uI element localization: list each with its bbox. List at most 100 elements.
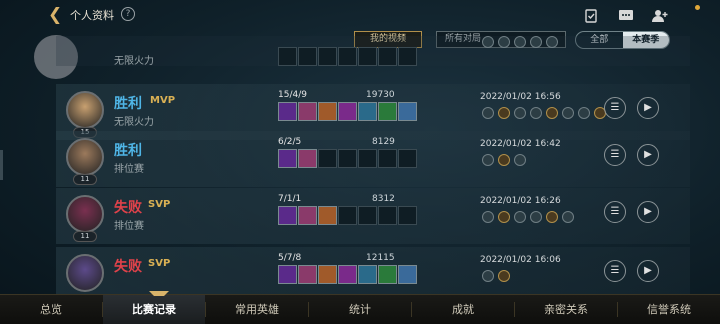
badge-icon — [546, 107, 558, 119]
notification-dot — [695, 5, 700, 10]
match-mode: 排位赛 — [114, 221, 144, 232]
gold: 19730 — [366, 90, 395, 100]
item-slot — [298, 149, 317, 168]
match-mode: 无限火力 — [114, 56, 154, 67]
item-slot — [378, 265, 397, 284]
item-slot — [318, 102, 337, 121]
item-slot — [278, 206, 297, 225]
hero-avatar — [66, 138, 104, 176]
help-icon[interactable]: ? — [121, 7, 135, 21]
badge-icon — [482, 154, 494, 166]
match-datetime: 2022/01/02 16:26 — [480, 196, 561, 206]
match-row-partial[interactable]: 无限火力 — [56, 36, 690, 67]
badge-icon — [498, 154, 510, 166]
badge-icon — [546, 211, 558, 223]
badge-icon — [482, 107, 494, 119]
item-slot — [338, 102, 357, 121]
tab-2[interactable]: 常用英雄 — [206, 295, 308, 324]
match-datetime: 2022/01/02 16:42 — [480, 139, 561, 149]
badge-icon — [514, 154, 526, 166]
item-slot — [358, 149, 377, 168]
item-slot — [338, 265, 357, 284]
detail-list-icon[interactable]: ☰ — [604, 144, 626, 166]
badge-list — [482, 270, 510, 282]
badge-icon — [498, 270, 510, 282]
tab-5[interactable]: 亲密关系 — [515, 295, 617, 324]
hero-avatar — [66, 254, 104, 292]
badge-icon — [578, 107, 590, 119]
item-slot — [278, 102, 297, 121]
match-mode: 无限火力 — [114, 117, 154, 128]
replay-play-icon[interactable]: ▶ — [637, 97, 659, 119]
detail-list-icon[interactable]: ☰ — [604, 201, 626, 223]
badge-icon — [530, 211, 542, 223]
replay-play-icon[interactable]: ▶ — [637, 260, 659, 282]
badge-icon — [498, 211, 510, 223]
clipboard-icon[interactable] — [583, 8, 599, 23]
hero-avatar — [66, 91, 104, 129]
replay-play-icon[interactable]: ▶ — [637, 201, 659, 223]
gold: 8129 — [372, 137, 395, 147]
performance-tag: SVP — [148, 199, 171, 210]
kda: 6/2/5 — [278, 137, 302, 147]
player-level: 11 — [73, 231, 97, 242]
scroll-edge[interactable] — [0, 150, 3, 180]
badge-icon — [562, 107, 574, 119]
item-slots — [278, 206, 417, 225]
badge-icon — [514, 211, 526, 223]
badge-list — [482, 154, 526, 166]
chat-icon[interactable] — [618, 8, 634, 22]
friends-icon[interactable] — [652, 8, 668, 22]
item-slots — [278, 102, 417, 121]
kda: 5/7/8 — [278, 253, 302, 263]
item-slot — [298, 102, 317, 121]
kda: 15/4/9 — [278, 90, 307, 100]
item-slot — [298, 206, 317, 225]
badge-icon — [562, 211, 574, 223]
item-slot — [318, 149, 337, 168]
gold: 12115 — [366, 253, 395, 263]
item-slot — [298, 265, 317, 284]
tab-3[interactable]: 统计 — [309, 295, 411, 324]
badge-icon — [482, 211, 494, 223]
item-slot — [378, 206, 397, 225]
badge-list — [482, 36, 558, 48]
tab-0[interactable]: 总览 — [0, 295, 102, 324]
item-slot — [318, 265, 337, 284]
performance-tag: SVP — [148, 258, 171, 269]
tab-1[interactable]: 比赛记录 — [103, 291, 205, 324]
back-icon[interactable]: ❮ — [48, 6, 66, 24]
replay-play-icon[interactable]: ▶ — [637, 144, 659, 166]
item-slot — [398, 265, 417, 284]
item-slots — [278, 149, 417, 168]
item-slot — [338, 149, 357, 168]
badge-icon — [530, 107, 542, 119]
match-mode: 排位赛 — [114, 164, 144, 175]
tab-4[interactable]: 成就 — [412, 295, 514, 324]
match-result: 失败 — [114, 259, 142, 275]
item-slot — [358, 206, 377, 225]
page-title: 个人资料 — [70, 9, 114, 22]
badge-list — [482, 211, 574, 223]
performance-tag: MVP — [150, 95, 176, 106]
match-result: 失败 — [114, 200, 142, 216]
item-slot — [338, 206, 357, 225]
item-slot — [398, 102, 417, 121]
match-datetime: 2022/01/02 16:06 — [480, 255, 561, 265]
match-row[interactable]: 11 失败 SVP 排位赛 7/1/1 8312 2022/01/02 16:26 ☰ ▶ — [56, 188, 690, 244]
tab-6[interactable]: 信誉系统 — [618, 295, 720, 324]
badge-list — [482, 107, 606, 119]
player-level: 11 — [73, 174, 97, 185]
item-slot — [318, 206, 337, 225]
badge-icon — [514, 107, 526, 119]
item-slots — [278, 47, 417, 66]
item-slot — [358, 265, 377, 284]
bottom-nav: 总览 比赛记录 常用英雄 统计 成就 亲密关系 信誉系统 — [0, 291, 720, 324]
detail-list-icon[interactable]: ☰ — [604, 260, 626, 282]
badge-icon — [498, 107, 510, 119]
detail-list-icon[interactable]: ☰ — [604, 97, 626, 119]
item-slot — [378, 102, 397, 121]
item-slot — [278, 265, 297, 284]
top-bar: ❮ 个人资料 ? — [0, 0, 720, 30]
match-row[interactable]: 11 胜利 排位赛 6/2/5 8129 2022/01/02 16:42 ☰ ▶ — [56, 131, 690, 187]
